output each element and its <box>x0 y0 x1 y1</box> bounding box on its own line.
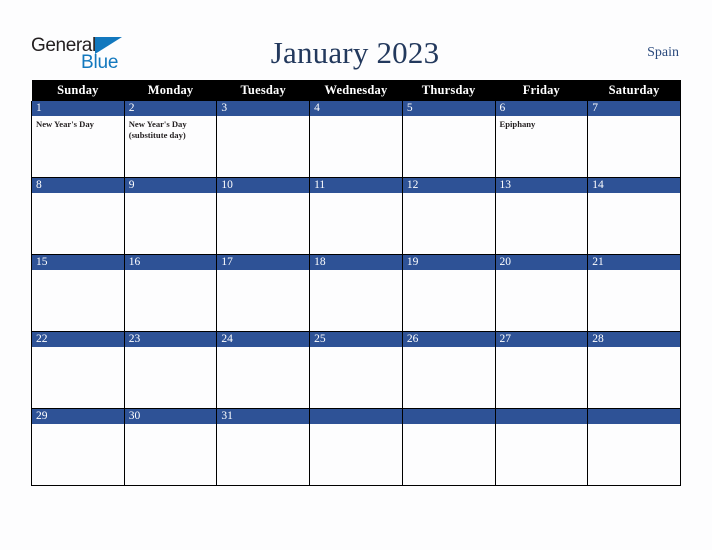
calendar-day-cell[interactable]: 25 <box>309 331 403 409</box>
calendar-empty-cell <box>494 408 589 486</box>
calendar-day-cell[interactable]: 21 <box>587 254 681 332</box>
calendar-day-cell[interactable]: 26 <box>401 331 496 409</box>
calendar-day-cell[interactable]: 10 <box>216 177 311 255</box>
day-events: Epiphany <box>496 116 588 130</box>
calendar-day-cell[interactable]: 17 <box>216 254 311 332</box>
weekday-header-row: Sunday Monday Tuesday Wednesday Thursday… <box>31 80 681 101</box>
day-number: 15 <box>32 255 124 270</box>
day-number: 28 <box>588 332 680 347</box>
day-number: 14 <box>588 178 680 193</box>
calendar-day-cell[interactable]: 5 <box>401 101 496 178</box>
weekday-header-thursday: Thursday <box>402 80 496 101</box>
holiday-label: New Year's Day <box>36 119 94 129</box>
day-number: 26 <box>402 332 495 347</box>
calendar-week-row: 1 New Year's Day 2 New Year's Day (substitu… <box>31 101 681 178</box>
weekday-header-monday: Monday <box>124 80 217 101</box>
calendar-empty-cell <box>401 408 496 486</box>
day-number <box>310 409 402 424</box>
day-number: 20 <box>495 255 588 270</box>
holiday-label: New Year's Day (substitute day) <box>128 119 187 141</box>
calendar-page: General Blue January 2023 Spain Sunday M… <box>0 0 712 550</box>
calendar-week-row: 8 9 10 11 12 13 14 <box>31 177 681 255</box>
calendar-day-cell[interactable]: 24 <box>216 331 311 409</box>
day-number: 5 <box>402 101 495 116</box>
day-number: 23 <box>124 332 217 347</box>
calendar-day-cell[interactable]: 13 <box>494 177 589 255</box>
calendar-day-cell[interactable]: 27 <box>494 331 589 409</box>
calendar-day-cell[interactable]: 9 <box>123 177 218 255</box>
day-number: 29 <box>32 409 124 424</box>
calendar-day-cell[interactable]: 22 <box>31 331 125 409</box>
calendar-day-cell[interactable]: 29 <box>31 408 125 486</box>
calendar-day-cell[interactable]: 7 <box>587 101 681 178</box>
calendar-header-row-group: Sunday Monday Tuesday Wednesday Thursday… <box>31 80 681 101</box>
calendar-table: Sunday Monday Tuesday Wednesday Thursday… <box>31 80 681 486</box>
calendar-day-cell[interactable]: 16 <box>123 254 218 332</box>
day-events: New Year's Day (substitute day) <box>125 116 217 142</box>
day-number: 3 <box>217 101 310 116</box>
calendar-day-cell[interactable]: 3 <box>216 101 311 178</box>
page-title: January 2023 <box>270 35 440 70</box>
page-header: General Blue January 2023 Spain <box>31 28 681 78</box>
day-number: 9 <box>124 178 217 193</box>
day-number: 10 <box>217 178 310 193</box>
calendar-empty-cell <box>309 408 403 486</box>
calendar-day-cell[interactable]: 14 <box>587 177 681 255</box>
calendar-week-row: 29 30 31 <box>31 408 681 486</box>
calendar-day-cell[interactable]: 19 <box>401 254 496 332</box>
day-number: 1 <box>32 101 124 116</box>
calendar-day-cell[interactable]: 20 <box>494 254 589 332</box>
day-number: 16 <box>124 255 217 270</box>
calendar-day-cell[interactable]: 23 <box>123 331 218 409</box>
day-number <box>588 409 680 424</box>
holiday-label: Epiphany <box>499 119 536 129</box>
day-number: 30 <box>124 409 217 424</box>
day-number: 31 <box>217 409 310 424</box>
weekday-header-sunday: Sunday <box>31 80 125 101</box>
day-number: 24 <box>217 332 310 347</box>
calendar-day-cell[interactable]: 11 <box>309 177 403 255</box>
day-number <box>402 409 495 424</box>
calendar-day-cell[interactable]: 6 Epiphany <box>494 101 589 178</box>
day-number: 12 <box>402 178 495 193</box>
day-events: New Year's Day <box>32 116 124 130</box>
day-number: 11 <box>310 178 402 193</box>
calendar-empty-cell <box>587 408 681 486</box>
day-number: 19 <box>402 255 495 270</box>
calendar-day-cell[interactable]: 28 <box>587 331 681 409</box>
calendar-day-cell[interactable]: 30 <box>123 408 218 486</box>
day-number: 25 <box>310 332 402 347</box>
calendar-day-cell[interactable]: 12 <box>401 177 496 255</box>
logo-blue-text: Blue <box>81 51 119 73</box>
day-number: 18 <box>310 255 402 270</box>
day-number <box>495 409 588 424</box>
day-number: 22 <box>32 332 124 347</box>
calendar-day-cell[interactable]: 1 New Year's Day <box>31 101 125 178</box>
calendar-day-cell[interactable]: 2 New Year's Day (substitute day) <box>123 101 218 178</box>
calendar-day-cell[interactable]: 31 <box>216 408 311 486</box>
day-number: 7 <box>588 101 680 116</box>
weekday-header-saturday: Saturday <box>587 80 681 101</box>
calendar-day-cell[interactable]: 4 <box>309 101 403 178</box>
day-number: 8 <box>32 178 124 193</box>
weekday-header-friday: Friday <box>495 80 588 101</box>
day-number: 2 <box>124 101 217 116</box>
day-number: 6 <box>495 101 588 116</box>
calendar-day-cell[interactable]: 8 <box>31 177 125 255</box>
calendar-day-cell[interactable]: 18 <box>309 254 403 332</box>
weekday-header-tuesday: Tuesday <box>216 80 310 101</box>
calendar-body: 1 New Year's Day 2 New Year's Day (substitu… <box>31 101 681 486</box>
calendar-day-cell[interactable]: 15 <box>31 254 125 332</box>
day-number: 27 <box>495 332 588 347</box>
general-blue-logo[interactable]: General Blue <box>31 35 181 72</box>
calendar-week-row: 22 23 24 25 26 27 28 <box>31 331 681 409</box>
day-number: 17 <box>217 255 310 270</box>
country-label: Spain <box>647 45 679 60</box>
day-number: 13 <box>495 178 588 193</box>
day-number: 21 <box>588 255 680 270</box>
weekday-header-wednesday: Wednesday <box>309 80 403 101</box>
day-number: 4 <box>310 101 402 116</box>
calendar-week-row: 15 16 17 18 19 20 21 <box>31 254 681 332</box>
